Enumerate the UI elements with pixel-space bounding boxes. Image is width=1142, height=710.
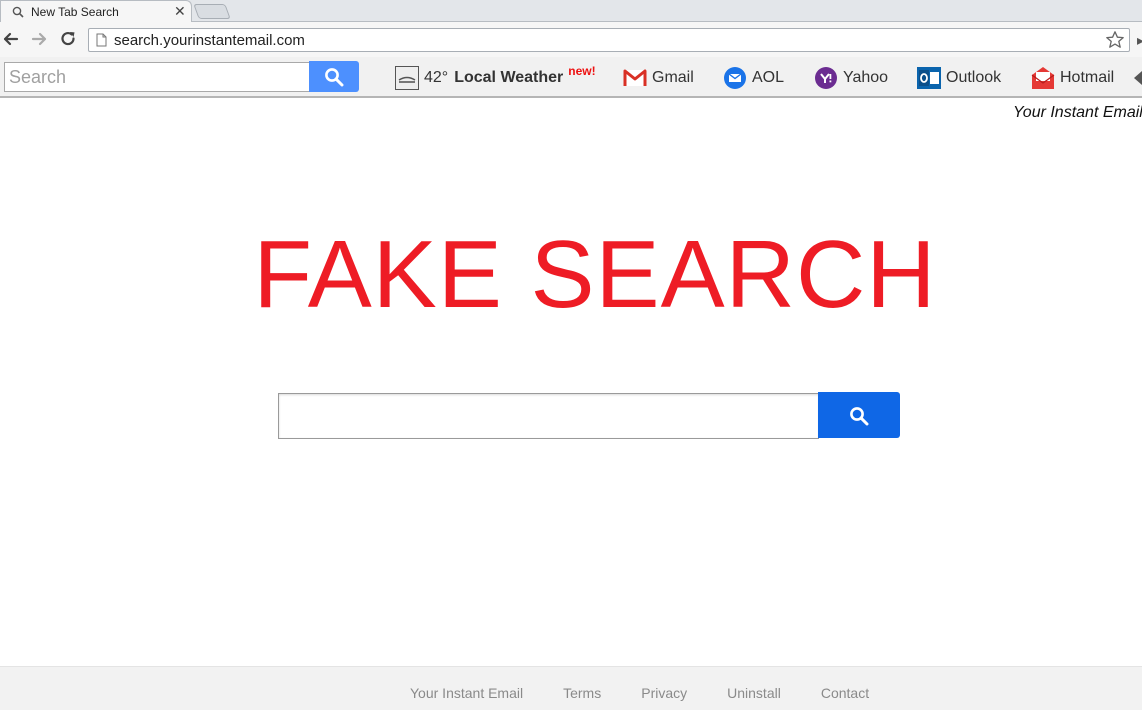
footer-link-terms[interactable]: Terms <box>563 685 601 701</box>
new-badge: new! <box>568 64 596 78</box>
toolbar-search-input[interactable] <box>4 62 310 92</box>
main-search-button[interactable] <box>818 392 900 438</box>
yahoo-icon <box>815 67 837 89</box>
page-icon <box>96 33 107 47</box>
url-text: search.yourinstantemail.com <box>114 32 305 49</box>
tab-strip: New Tab Search ✕ <box>0 0 1142 23</box>
hotmail-icon <box>1031 67 1055 89</box>
toolbar-link-label: Hotmail <box>1060 69 1115 86</box>
search-icon <box>12 6 24 18</box>
toolbar-link-label: Gmail <box>652 69 694 86</box>
toolbar-link-yahoo[interactable]: Yahoo <box>814 65 888 91</box>
gmail-icon <box>623 69 647 86</box>
outlook-icon <box>917 67 941 89</box>
search-icon <box>850 407 869 426</box>
close-icon[interactable]: ✕ <box>174 3 186 20</box>
bookmark-star-icon[interactable] <box>1105 30 1125 50</box>
menu-icon[interactable]: ▸ <box>1137 32 1142 49</box>
brand-name: Your Instant Email <box>1013 104 1142 121</box>
new-tab-button[interactable] <box>193 4 231 19</box>
aol-icon <box>724 67 746 89</box>
footer-link-your-instant-email[interactable]: Your Instant Email <box>410 685 523 701</box>
toolbar-link-outlook[interactable]: Outlook <box>917 65 1001 91</box>
toolbar-scroll-left-icon[interactable] <box>1134 71 1142 85</box>
search-icon <box>325 68 344 87</box>
footer: Your Instant Email Terms Privacy Uninsta… <box>0 666 1142 710</box>
main-search-input[interactable] <box>278 393 819 439</box>
navigation-bar: search.yourinstantemail.com ▸ <box>0 22 1142 57</box>
hero-title: FAKE SEARCH <box>253 221 937 328</box>
toolbar-link-aol[interactable]: AOL <box>723 65 784 91</box>
forward-arrow-icon[interactable] <box>29 29 49 49</box>
toolbar-link-gmail[interactable]: Gmail <box>623 65 694 91</box>
reload-icon[interactable] <box>58 29 78 49</box>
footer-links: Your Instant Email Terms Privacy Uninsta… <box>390 685 889 701</box>
weather-icon <box>395 66 419 90</box>
toolbar-link-label: Outlook <box>946 69 1002 86</box>
toolbar-weather[interactable]: 42° Local Weather new! <box>395 64 596 91</box>
toolbar-link-label: Yahoo <box>843 69 889 86</box>
weather-temperature: 42° <box>424 69 449 86</box>
footer-link-privacy[interactable]: Privacy <box>641 685 687 701</box>
toolbar-search-button[interactable] <box>309 61 359 92</box>
weather-label: Local Weather <box>454 69 564 86</box>
footer-link-uninstall[interactable]: Uninstall <box>727 685 781 701</box>
tab-title: New Tab Search <box>31 5 119 19</box>
back-arrow-icon[interactable] <box>1 29 21 49</box>
footer-link-contact[interactable]: Contact <box>821 685 869 701</box>
address-bar[interactable]: search.yourinstantemail.com <box>88 28 1130 52</box>
extension-toolbar: 42° Local Weather new! Gmail AOL Yahoo <box>0 57 1142 98</box>
browser-tab[interactable]: New Tab Search ✕ <box>0 0 192 23</box>
toolbar-link-hotmail[interactable]: Hotmail <box>1031 65 1114 91</box>
toolbar-link-label: AOL <box>752 69 785 86</box>
